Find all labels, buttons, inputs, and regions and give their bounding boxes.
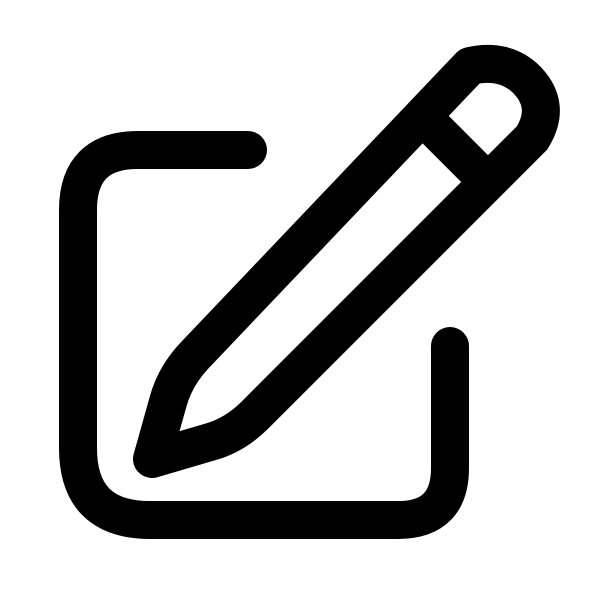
pencil-body (133, 44, 560, 478)
pencil-band (412, 106, 492, 186)
document-frame (59, 131, 469, 539)
icon-canvas (0, 0, 600, 600)
edit-icon (59, 44, 560, 539)
